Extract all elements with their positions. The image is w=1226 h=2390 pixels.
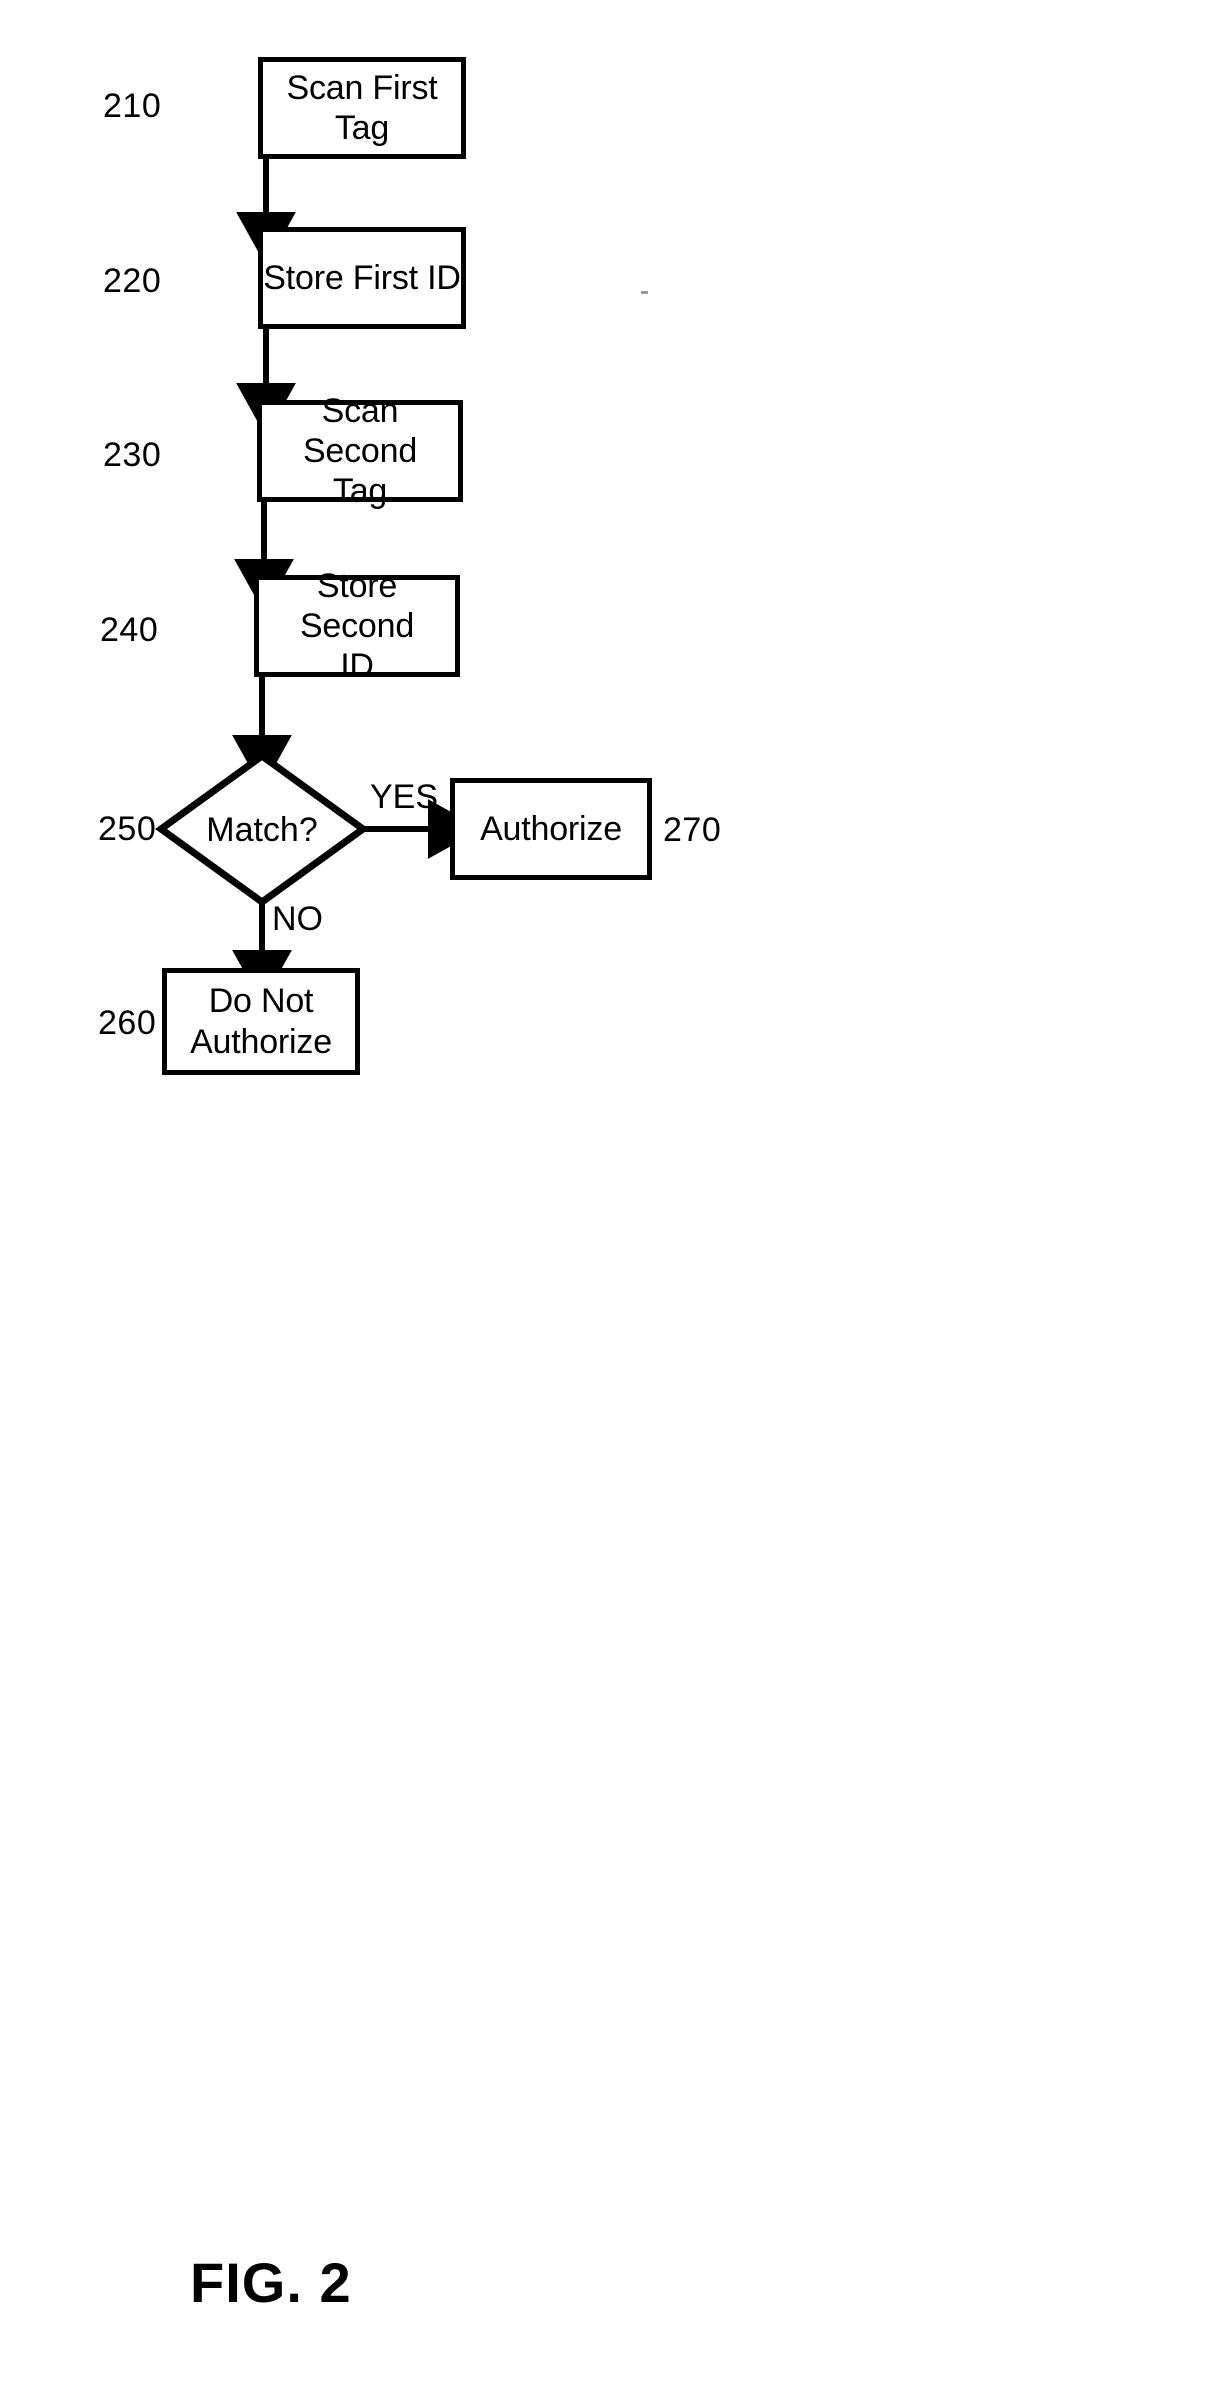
node-scan-first-tag: Scan First Tag — [258, 57, 466, 159]
figure-caption: FIG. 2 — [190, 2251, 352, 2314]
node-do-not-authorize: Do Not Authorize — [162, 968, 360, 1075]
branch-label-no: NO — [272, 900, 323, 938]
scan-artifact-speck — [641, 291, 648, 294]
patent-figure-page: Scan First Tag Store First ID Scan Secon… — [0, 0, 1226, 2390]
node-authorize: Authorize — [450, 778, 652, 880]
reference-numeral-220: 220 — [103, 262, 162, 300]
reference-numeral-210: 210 — [103, 87, 162, 125]
node-match-decision-label: Match? — [206, 811, 318, 849]
node-store-first-id: Store First ID — [258, 227, 466, 329]
reference-numeral-240: 240 — [100, 611, 159, 649]
flowchart-connectors — [155, 157, 482, 1004]
reference-numeral-230: 230 — [103, 436, 162, 474]
branch-label-yes: YES — [370, 778, 439, 816]
reference-numeral-260: 260 — [98, 1004, 157, 1042]
node-scan-second-tag: Scan Second Tag — [257, 392, 463, 510]
node-store-second-id: Store Second ID — [254, 567, 460, 685]
reference-numeral-270: 270 — [663, 811, 722, 849]
reference-numeral-250: 250 — [98, 810, 157, 848]
